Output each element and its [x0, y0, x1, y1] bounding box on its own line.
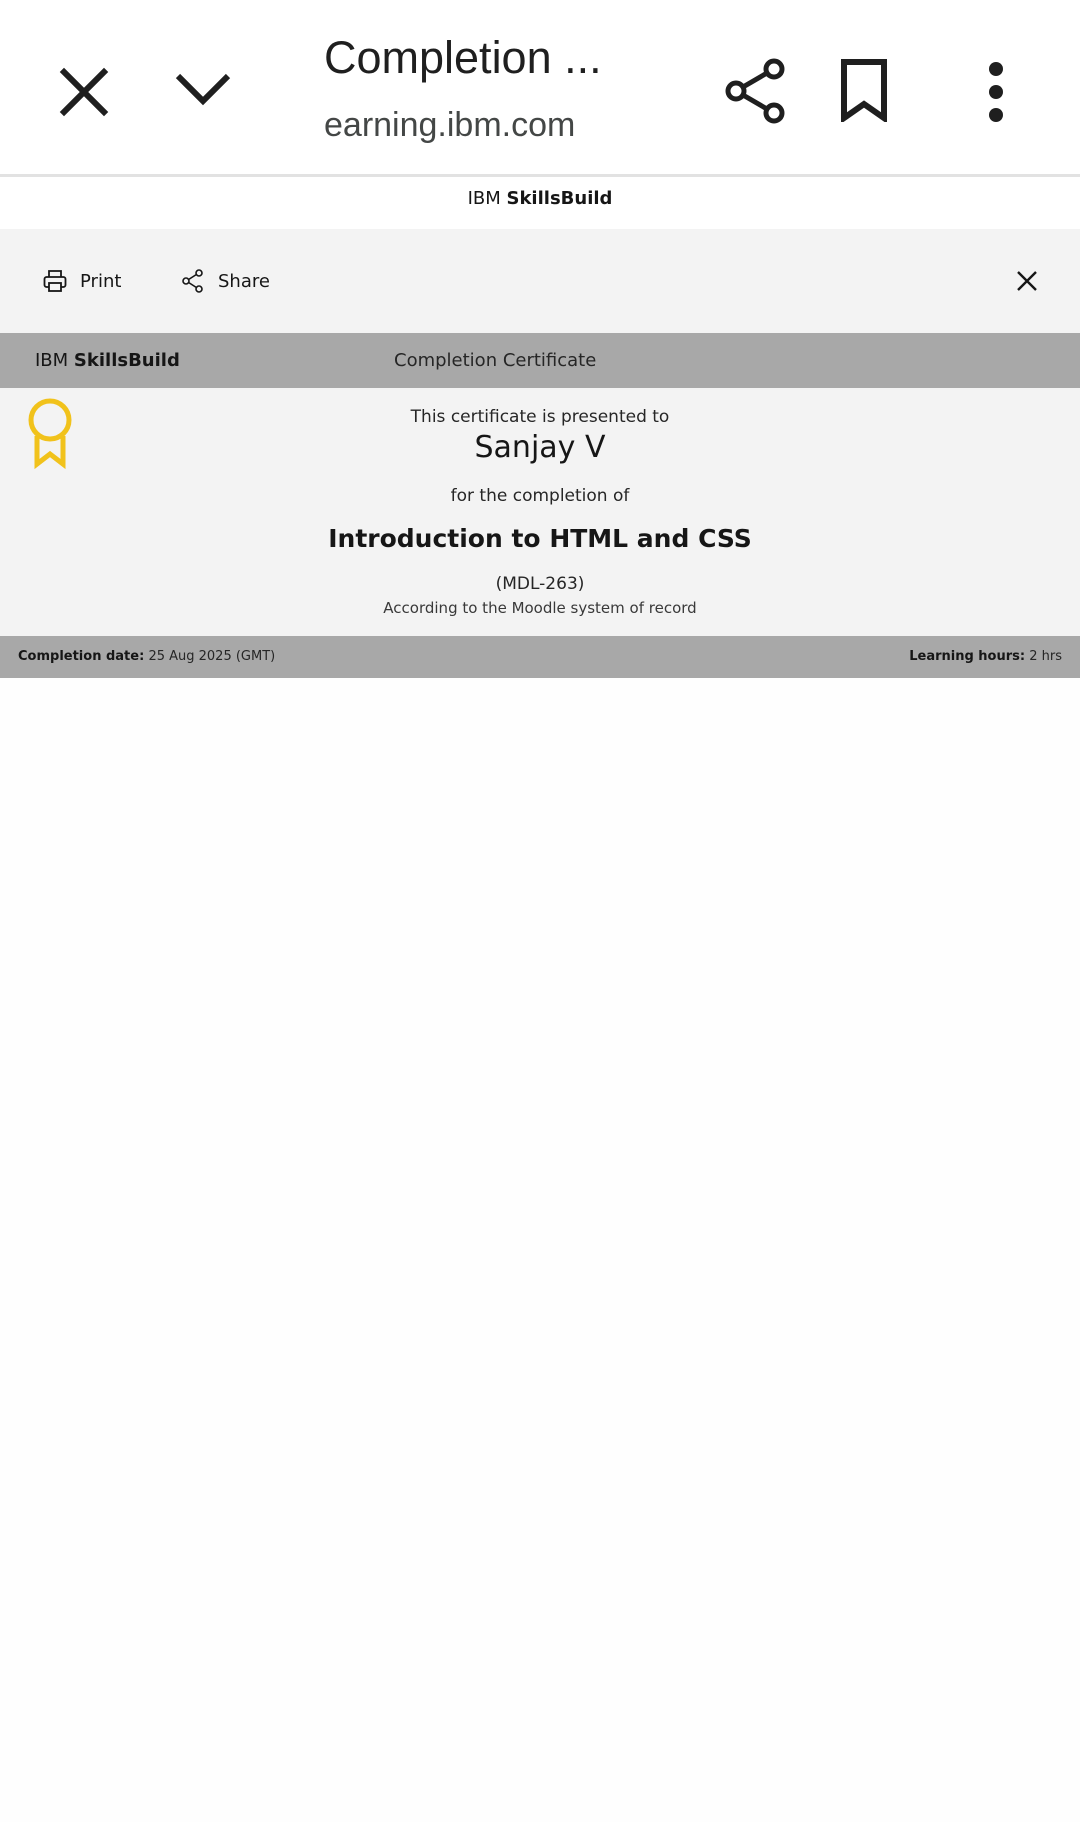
course-code: (MDL-263)	[495, 574, 585, 594]
completion-date: Completion date: 25 Aug 2025 (GMT)	[18, 649, 276, 664]
bookmark-icon[interactable]	[836, 58, 892, 122]
site-header: IBM SkillsBuild	[0, 177, 1080, 229]
share-icon	[182, 269, 203, 293]
course-name: Introduction to HTML and CSS	[328, 524, 752, 553]
printer-icon	[43, 270, 67, 292]
chevron-down-icon[interactable]	[170, 64, 236, 114]
print-button[interactable]: Print	[42, 265, 121, 297]
completion-text: for the completion of	[450, 486, 630, 506]
browser-toolbar: Completion ... earning.ibm.com	[0, 0, 1080, 177]
share-label: Share	[218, 270, 270, 292]
recipient-name: Sanjay V	[474, 430, 606, 465]
learning-hours: Learning hours: 2 hrs	[909, 649, 1062, 664]
brand-prefix: IBM	[467, 188, 501, 209]
certificate-header: IBM SkillsBuild Completion Certificate	[0, 333, 1080, 388]
brand-name: SkillsBuild	[506, 188, 613, 209]
page-title: Completion ...	[324, 32, 602, 83]
close-icon[interactable]	[1014, 268, 1040, 294]
share-button[interactable]: Share	[180, 265, 270, 297]
certificate-footer: Completion date: 25 Aug 2025 (GMT) Learn…	[0, 636, 1080, 678]
page-url[interactable]: earning.ibm.com	[324, 106, 584, 145]
close-icon[interactable]	[54, 62, 114, 122]
certificate-actions: Print Share	[0, 229, 1080, 333]
record-note: According to the Moodle system of record	[383, 599, 697, 617]
presented-text: This certificate is presented to	[410, 407, 670, 427]
certificate-brand: IBM SkillsBuild	[35, 350, 180, 371]
certificate-body: This certificate is presented to Sanjay …	[0, 388, 1080, 636]
share-icon[interactable]	[722, 56, 792, 126]
print-label: Print	[80, 270, 122, 292]
certificate-title: Completion Certificate	[394, 350, 597, 371]
more-vert-icon[interactable]	[976, 60, 1016, 124]
